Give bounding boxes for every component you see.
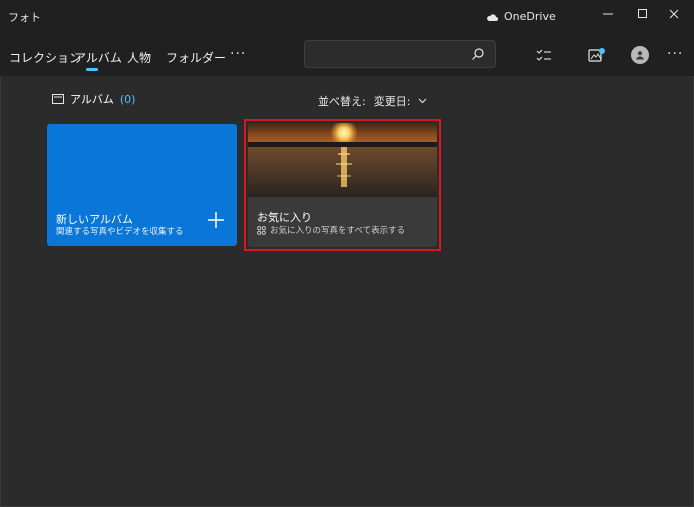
chevron-down-icon bbox=[419, 98, 427, 104]
onedrive-status[interactable]: OneDrive bbox=[486, 10, 556, 23]
new-album-subtitle: 関連する写真やビデオを収集する bbox=[56, 227, 184, 237]
tab-people[interactable]: 人物 bbox=[127, 49, 151, 66]
favorites-album-tile[interactable]: お気に入り お気に入りの写真をすべて表示する bbox=[248, 123, 437, 247]
select-button[interactable] bbox=[531, 43, 557, 69]
active-tab-indicator bbox=[86, 68, 98, 71]
app-title: フォト bbox=[8, 11, 41, 24]
search-box[interactable] bbox=[304, 40, 496, 68]
album-count: (0) bbox=[119, 92, 136, 106]
album-icon bbox=[52, 94, 64, 104]
tab-albums[interactable]: アルバム bbox=[74, 49, 122, 66]
minimize-icon bbox=[603, 13, 613, 15]
tab-folders[interactable]: フォルダー bbox=[166, 49, 226, 66]
sort-dropdown[interactable]: 並べ替え: 変更日: bbox=[318, 93, 427, 109]
album-section-header: アルバム (0) bbox=[52, 91, 135, 107]
title-bar: フォト OneDrive bbox=[0, 0, 694, 32]
minimize-button[interactable] bbox=[588, 0, 628, 28]
search-icon[interactable] bbox=[471, 47, 485, 61]
header-more-button[interactable]: ··· bbox=[667, 46, 683, 62]
import-photo-icon bbox=[588, 48, 605, 62]
sunset-thumbnail bbox=[248, 123, 437, 197]
favorites-grid-icon bbox=[257, 225, 266, 235]
close-button[interactable] bbox=[654, 0, 694, 28]
plus-icon bbox=[208, 212, 224, 228]
cloud-icon bbox=[487, 13, 498, 21]
close-icon bbox=[669, 9, 679, 19]
search-input[interactable] bbox=[313, 45, 467, 65]
sort-label: 並べ替え: bbox=[318, 95, 366, 108]
new-album-tile[interactable]: 新しいアルバム 関連する写真やビデオを収集する bbox=[47, 124, 237, 246]
import-button[interactable] bbox=[584, 42, 610, 68]
onedrive-label: OneDrive bbox=[504, 10, 556, 23]
sort-value: 変更日: bbox=[373, 95, 411, 108]
favorites-title: お気に入り bbox=[257, 211, 312, 224]
favorites-subtitle-row: お気に入りの写真をすべて表示する bbox=[257, 224, 405, 236]
maximize-icon bbox=[638, 9, 647, 18]
nav-more-button[interactable]: ··· bbox=[230, 46, 246, 62]
account-avatar[interactable] bbox=[631, 46, 649, 64]
checklist-icon bbox=[536, 49, 551, 61]
tab-collection[interactable]: コレクション bbox=[9, 49, 81, 66]
person-icon bbox=[636, 51, 644, 60]
window-frame bbox=[0, 0, 694, 507]
favorites-subtitle: お気に入りの写真をすべて表示する bbox=[270, 226, 406, 236]
section-title: アルバム bbox=[70, 93, 114, 106]
